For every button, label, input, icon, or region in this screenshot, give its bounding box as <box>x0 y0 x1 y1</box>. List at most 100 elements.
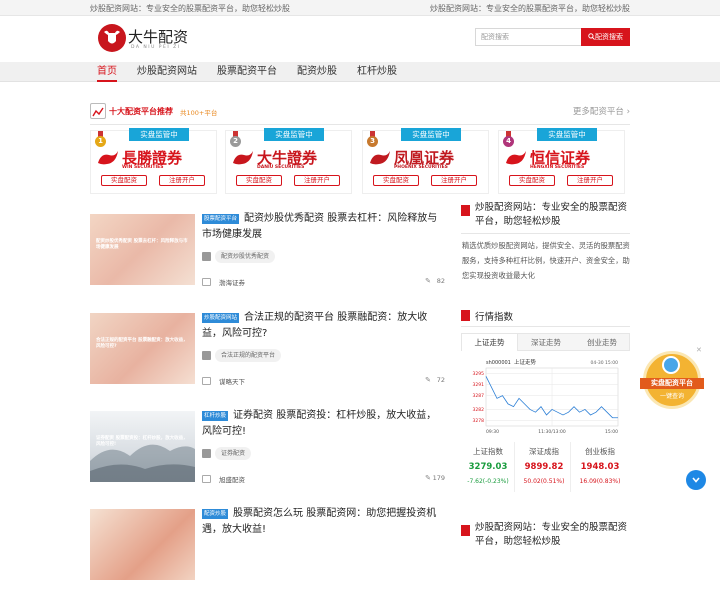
bookmark-icon <box>461 525 470 536</box>
register-account-button[interactable]: 注册开户 <box>567 175 613 186</box>
magnifier-icon <box>662 356 680 374</box>
tab-sh-trend[interactable]: 上证走势 <box>462 334 518 351</box>
topic-pill: 证券配资 <box>215 447 252 460</box>
article-title[interactable]: 股票配资平台 配资炒股优秀配资 股票去杠杆：风险释放与市场健康发展 <box>202 211 445 243</box>
quote-value: 1948.03 <box>580 462 620 472</box>
quote-name: 创业板指 <box>585 447 615 456</box>
platform-name-en: PHOENIX SECURITIES <box>394 165 448 170</box>
back-to-top-button[interactable] <box>686 470 706 490</box>
platform-brand-logo: 長勝證券 WIN SECURITIES <box>95 147 214 173</box>
register-account-button[interactable]: 注册开户 <box>159 175 205 186</box>
platforms-header: 十大配资平台推荐 共100+平台 更多配资平台 › <box>90 102 630 122</box>
regulated-badge: 实盘监管中 <box>129 128 189 141</box>
chart-code: sh000001 <box>486 360 511 366</box>
real-allocation-button[interactable]: 实盘配资 <box>236 175 282 186</box>
article-author: 谋略天下 <box>219 378 245 386</box>
trend-chart-icon <box>90 103 106 119</box>
quote-item[interactable]: 创业板指 1948.03 16.09(0.83%) <box>573 442 627 492</box>
site-logo[interactable]: 大牛配资 DA NIU PEI ZI <box>98 24 218 56</box>
search-button[interactable]: 配资搜索 <box>581 28 630 46</box>
floating-platform-query-ad[interactable]: ✕ 实盘配资平台 一键查询 <box>640 346 704 413</box>
sidebar-about-title-2: 炒股配资网站：专业安全的股票配资平台，助您轻松炒股 <box>475 522 628 547</box>
article-title[interactable]: 杠杆炒股 证券配资 股票配资投：杠杆炒股，放大收益，风险可控! <box>202 408 445 440</box>
quote-value: 3279.03 <box>468 462 508 472</box>
divider <box>461 233 630 234</box>
close-icon[interactable]: ✕ <box>696 346 702 354</box>
platform-card[interactable]: 实盘监管中 1 長勝證券 WIN SECURITIES 实盘配资 注册开户 <box>90 128 217 194</box>
main-nav: 首页 炒股配资网站 股票配资平台 配资炒股 杠杆炒股 <box>0 62 720 82</box>
topic-pill: 合法正规的配资平台 <box>215 349 282 362</box>
chart-time: 04-30 15:00 <box>591 360 619 366</box>
top-bar-slogan-right: 炒股配资网站：专业安全的股票配资平台，助您轻松炒股 <box>430 4 630 13</box>
platform-brand-logo: 恒信证券 HENGXIN SECURITIES <box>503 147 622 173</box>
article-thumbnail[interactable]: 证券配资 股票配资投：杠杆炒股，放大收益，风险可控! <box>90 411 195 482</box>
rank-medal-icon: 4 <box>503 131 514 148</box>
article-item[interactable]: 合法正规的配资平台 股票融配资：放大收益，风险可控? 炒股配资网站 合法正规的配资平… <box>90 310 445 399</box>
quote-value: 9899.82 <box>524 462 564 472</box>
platform-card[interactable]: 实盘监管中 3 凤凰证券 PHOENIX SECURITIES 实盘配资 注册开户 <box>362 128 489 194</box>
chart-label: 上证走势 <box>514 358 537 366</box>
platform-name-en: WIN SECURITIES <box>122 165 164 170</box>
real-allocation-button[interactable]: 实盘配资 <box>101 175 147 186</box>
article-category-tag[interactable]: 股票配资平台 <box>202 214 240 224</box>
nav-item-leverage-trading[interactable]: 杠杆炒股 <box>357 62 397 82</box>
chart-y-tick: 3282 <box>473 407 485 413</box>
article-thumbnail[interactable] <box>90 509 195 580</box>
article-thumbnail[interactable]: 合法正规的配资平台 股票融配资：放大收益，风险可控? <box>90 313 195 384</box>
regulated-badge: 实盘监管中 <box>264 128 324 141</box>
nav-item-allocation-trading[interactable]: 配资炒股 <box>297 62 337 82</box>
article-title[interactable]: 配资炒股 股票配资怎么玩 股票配资网：助您把握投资机遇，放大收益! <box>202 506 445 538</box>
chart-x-tick: 11:30/13:00 <box>538 429 566 435</box>
article-item[interactable]: 配资炒股优秀配资 股票去杠杆：风险释放与市场健康发展 股票配资平台 配资炒股优秀配资… <box>90 211 445 300</box>
article-thumbnail[interactable]: 配资炒股优秀配资 股票去杠杆：风险释放与市场健康发展 <box>90 214 195 285</box>
register-account-button[interactable]: 注册开户 <box>431 175 477 186</box>
ad-line1: 实盘配资平台 <box>640 378 704 389</box>
topic-pill: 配资炒股优秀配资 <box>215 250 276 263</box>
chevron-right-icon: › <box>623 107 630 117</box>
author-icon <box>202 278 211 286</box>
tag-icon <box>202 351 211 360</box>
more-platforms-link[interactable]: 更多配资平台 › <box>573 105 630 117</box>
rank-medal-icon: 2 <box>230 131 241 148</box>
quote-item[interactable]: 深证成指 9899.82 50.02(0.51%) <box>517 442 571 492</box>
nav-item-home[interactable]: 首页 <box>97 62 117 82</box>
market-chart: sh000001 上证走势 04-30 15:00 3295 3291 3287 3282 3… <box>473 358 619 435</box>
platform-card[interactable]: 实盘监管中 2 大牛證券 DANIU SECURITIES 实盘配资 注册开户 <box>225 128 352 194</box>
platforms-title: 十大配资平台推荐 <box>109 107 173 116</box>
nav-item-stock-allocation-site[interactable]: 炒股配资网站 <box>137 62 197 82</box>
bookmark-icon <box>461 310 470 321</box>
article-title[interactable]: 炒股配资网站 合法正规的配资平台 股票融配资：放大收益，风险可控? <box>202 310 445 342</box>
article-views: 179 <box>432 474 445 482</box>
article-category-tag[interactable]: 配资炒股 <box>202 509 229 519</box>
search-box: 配资搜索 <box>475 28 630 46</box>
platform-card[interactable]: 实盘监管中 4 恒信证券 HENGXIN SECURITIES 实盘配资 注册开户 <box>498 128 625 194</box>
article-author: 旭盛配资 <box>219 476 245 484</box>
article-category-tag[interactable]: 杠杆炒股 <box>202 411 229 421</box>
regulated-badge: 实盘监管中 <box>401 128 461 141</box>
more-platforms-label: 更多配资平台 <box>572 107 624 117</box>
rank-medal-icon: 3 <box>367 131 378 148</box>
market-quotes: 上证指数 3279.03 -7.62(-0.23%) 深证成指 9899.82 50.02… <box>461 442 630 492</box>
search-input[interactable] <box>475 28 581 46</box>
chart-x-tick: 09:30 <box>486 429 499 435</box>
register-account-button[interactable]: 注册开户 <box>294 175 340 186</box>
article-author: 渤海证券 <box>219 279 245 287</box>
nav-item-stock-platform[interactable]: 股票配资平台 <box>217 62 277 82</box>
market-title: 行情指数 <box>475 312 514 323</box>
brand-mark-icon <box>506 151 526 165</box>
article-item[interactable]: 配资炒股 股票配资怎么玩 股票配资网：助您把握投资机遇，放大收益! <box>90 506 445 595</box>
tab-cyb-trend[interactable]: 创业走势 <box>574 334 630 351</box>
quote-item[interactable]: 上证指数 3279.03 -7.62(-0.23%) <box>461 442 515 492</box>
platform-brand-logo: 凤凰证券 PHOENIX SECURITIES <box>367 147 486 173</box>
search-button-label: 配资搜索 <box>595 33 623 41</box>
author-icon <box>202 475 211 483</box>
tab-sz-trend[interactable]: 深证走势 <box>518 334 574 351</box>
article-item[interactable]: 证券配资 股票配资投：杠杆炒股，放大收益，风险可控! 杠杆炒股 证券配资 股票配资投… <box>90 408 445 497</box>
quote-name: 深证成指 <box>529 447 559 456</box>
platform-name-en: DANIU SECURITIES <box>257 165 305 170</box>
article-views: 82 <box>436 277 445 285</box>
real-allocation-button[interactable]: 实盘配资 <box>373 175 419 186</box>
real-allocation-button[interactable]: 实盘配资 <box>509 175 555 186</box>
article-category-tag[interactable]: 炒股配资网站 <box>202 313 240 323</box>
tag-icon <box>202 449 211 458</box>
